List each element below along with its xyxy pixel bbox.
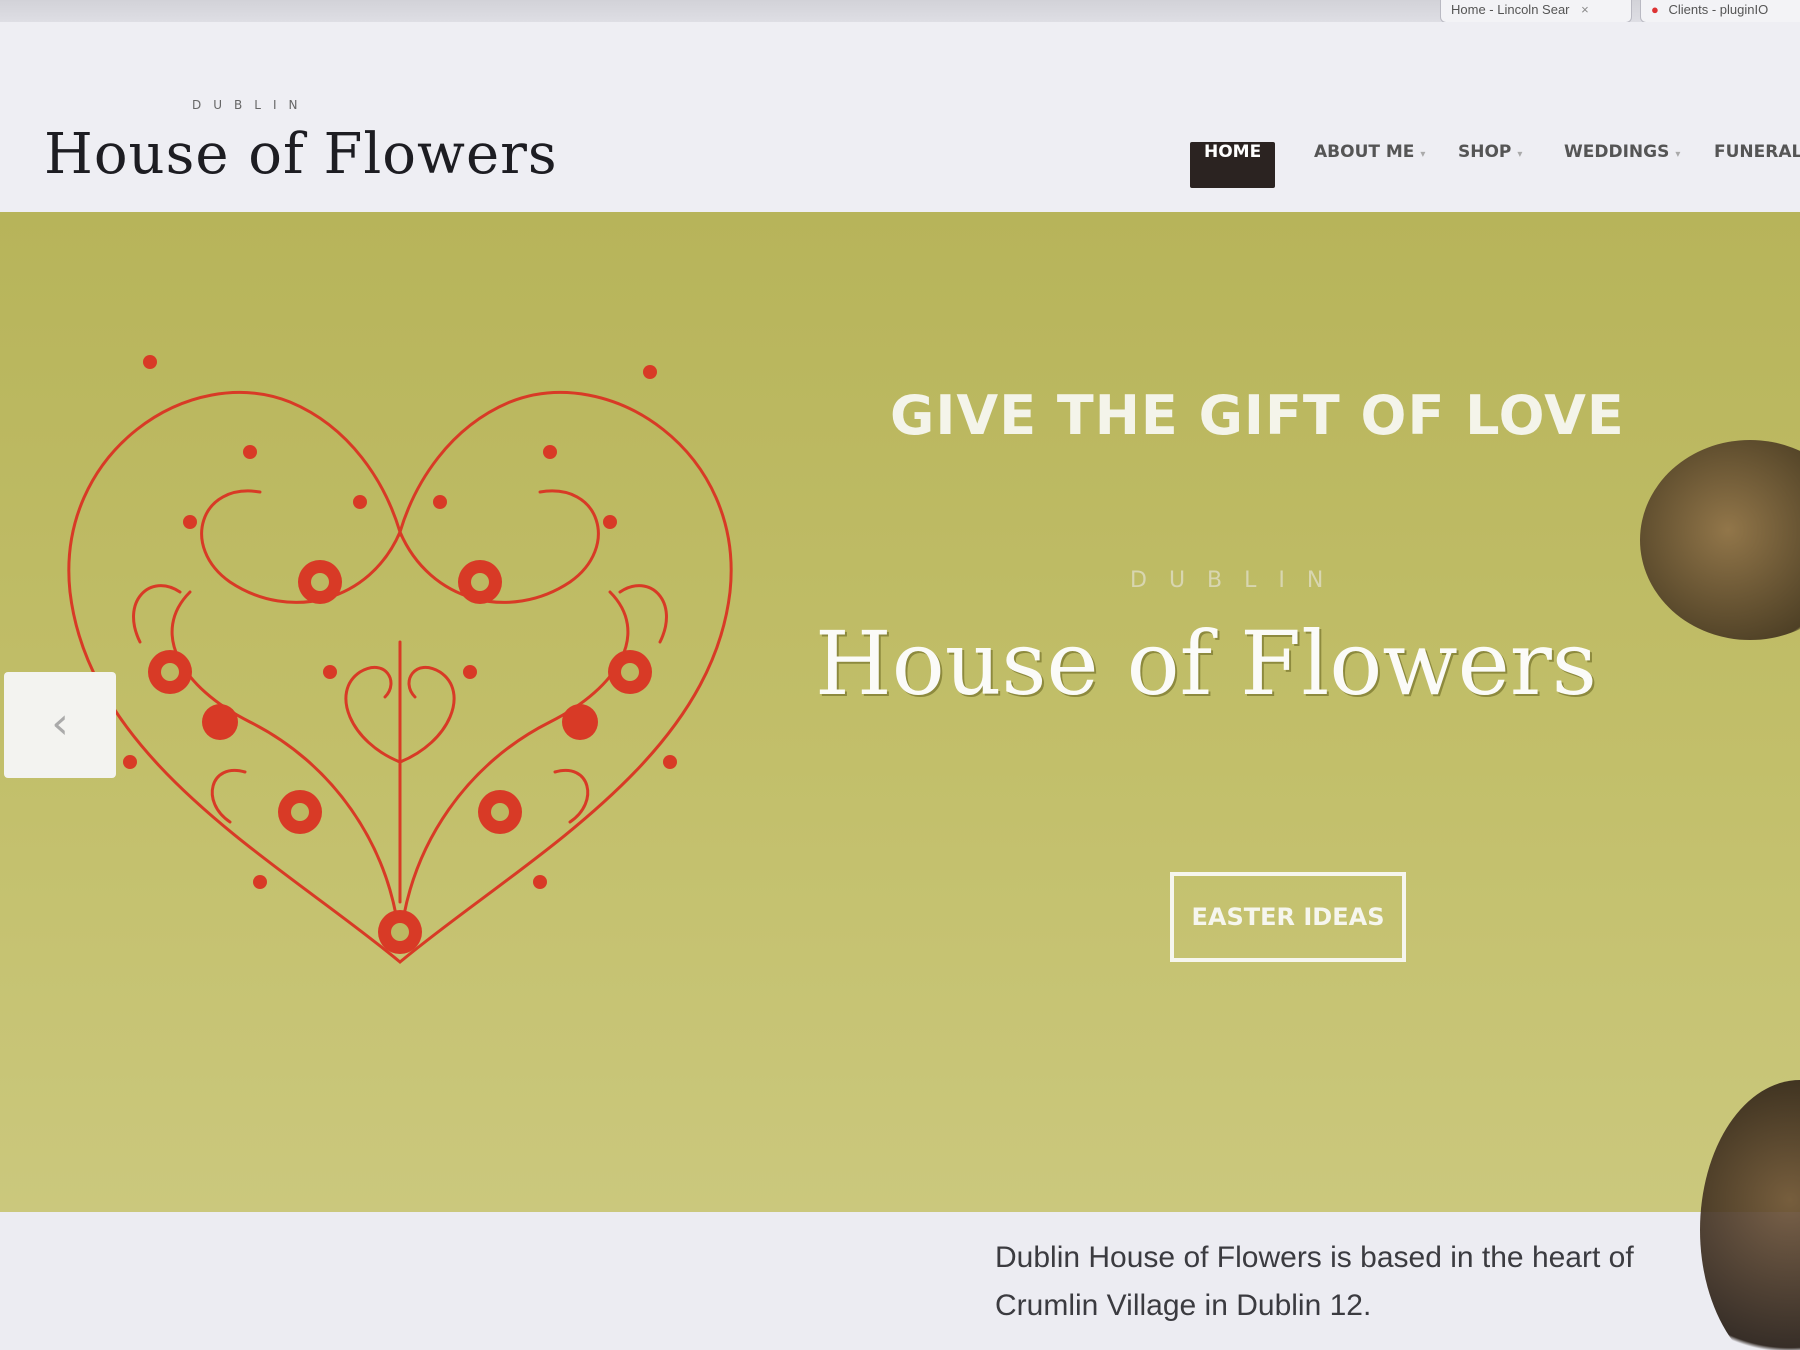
logo-title: House of Flowers xyxy=(44,122,558,187)
chevron-down-icon: ▾ xyxy=(1517,149,1523,160)
slide-logo-title: House of Flowers xyxy=(815,612,1597,715)
chevron-down-icon: ▾ xyxy=(1675,149,1681,160)
nav-item-weddings[interactable]: WEDDINGS ▾ xyxy=(1550,142,1694,188)
browser-screen: Home - Lincoln Sear × ● Clients - plugin… xyxy=(0,0,1800,1350)
nav-label: ABOUT ME xyxy=(1314,142,1415,162)
nav-item-about-me[interactable]: ABOUT ME ▾ xyxy=(1300,142,1439,188)
tab-title: Clients - pluginIO xyxy=(1668,2,1769,17)
close-icon[interactable]: × xyxy=(1581,2,1589,17)
slide-logo-subtitle: DUBLIN xyxy=(1130,568,1346,593)
nav-label: FUNERALS xyxy=(1714,142,1800,162)
nav-item-shop[interactable]: SHOP ▾ xyxy=(1444,142,1536,188)
hero-slider: ‹ GIVE THE GIFT OF LOVE DUBLIN House of … xyxy=(0,212,1800,1212)
chevron-down-icon: ▾ xyxy=(1420,149,1426,160)
intro-section: Dublin House of Flowers is based in the … xyxy=(0,1212,1800,1350)
browser-tab-strip: Home - Lincoln Sear × ● Clients - plugin… xyxy=(0,0,1800,23)
site-header: DUBLIN House of Flowers HOME ABOUT ME ▾ S… xyxy=(0,22,1800,212)
browser-tab[interactable]: ● Clients - pluginIO xyxy=(1640,0,1800,23)
slider-prev-button[interactable]: ‹ xyxy=(4,672,116,778)
slide-headline: GIVE THE GIFT OF LOVE xyxy=(890,384,1625,447)
intro-text: Dublin House of Flowers is based in the … xyxy=(995,1241,1634,1322)
browser-tab[interactable]: Home - Lincoln Sear × xyxy=(1440,0,1632,23)
nav-item-home[interactable]: HOME xyxy=(1190,142,1276,188)
nav-label: WEDDINGS xyxy=(1564,142,1670,162)
tab-title: Home - Lincoln Sear xyxy=(1451,2,1570,17)
easter-ideas-button[interactable]: EASTER IDEAS xyxy=(1170,872,1406,962)
nav-item-funerals[interactable]: FUNERALS▾ xyxy=(1700,142,1800,188)
logo-subtitle: DUBLIN xyxy=(192,98,310,112)
favicon-icon: ● xyxy=(1651,2,1659,17)
chevron-left-icon: ‹ xyxy=(51,698,69,749)
floral-heart-illustration xyxy=(67,355,733,964)
nav-label: SHOP xyxy=(1458,142,1512,162)
nav-label: HOME xyxy=(1204,142,1262,162)
